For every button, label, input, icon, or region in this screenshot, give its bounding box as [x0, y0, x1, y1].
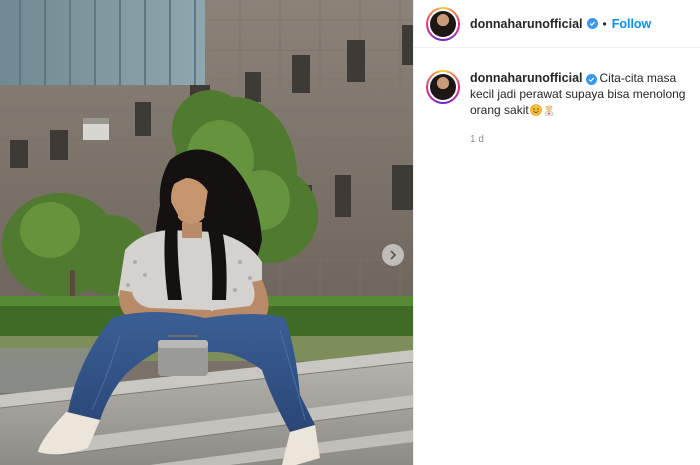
author-username[interactable]: donnaharunofficial [470, 17, 583, 31]
health-worker-emoji-icon [543, 104, 555, 120]
profile-photo [430, 74, 456, 100]
follow-button[interactable]: Follow [612, 17, 652, 31]
photo-scene [0, 0, 413, 465]
post-timestamp[interactable]: 1 d [470, 134, 690, 145]
caption-comment: donnaharunofficial Cita-cita masa kecil j… [414, 48, 700, 145]
carousel-next-button[interactable] [382, 244, 404, 266]
caption-text-block: donnaharunofficial Cita-cita masa kecil j… [470, 70, 690, 120]
avatar[interactable] [426, 70, 460, 104]
post-photo[interactable] [0, 0, 413, 465]
chevron-right-icon [390, 250, 397, 260]
smiling-face-emoji-icon [529, 104, 542, 120]
post-details-panel: donnaharunofficial • Follow donnaharunof… [413, 0, 700, 465]
avatar[interactable] [426, 6, 460, 41]
caption-body: donnaharunofficial Cita-cita masa kecil j… [470, 70, 690, 145]
verified-badge-icon [585, 74, 597, 85]
post-header: donnaharunofficial • Follow [414, 0, 700, 48]
verified-badge-icon [586, 18, 598, 29]
profile-photo [430, 10, 456, 37]
caption-username[interactable]: donnaharunofficial [470, 71, 583, 85]
instagram-post: donnaharunofficial • Follow donnaharunof… [0, 0, 700, 465]
separator-dot: • [602, 16, 607, 31]
